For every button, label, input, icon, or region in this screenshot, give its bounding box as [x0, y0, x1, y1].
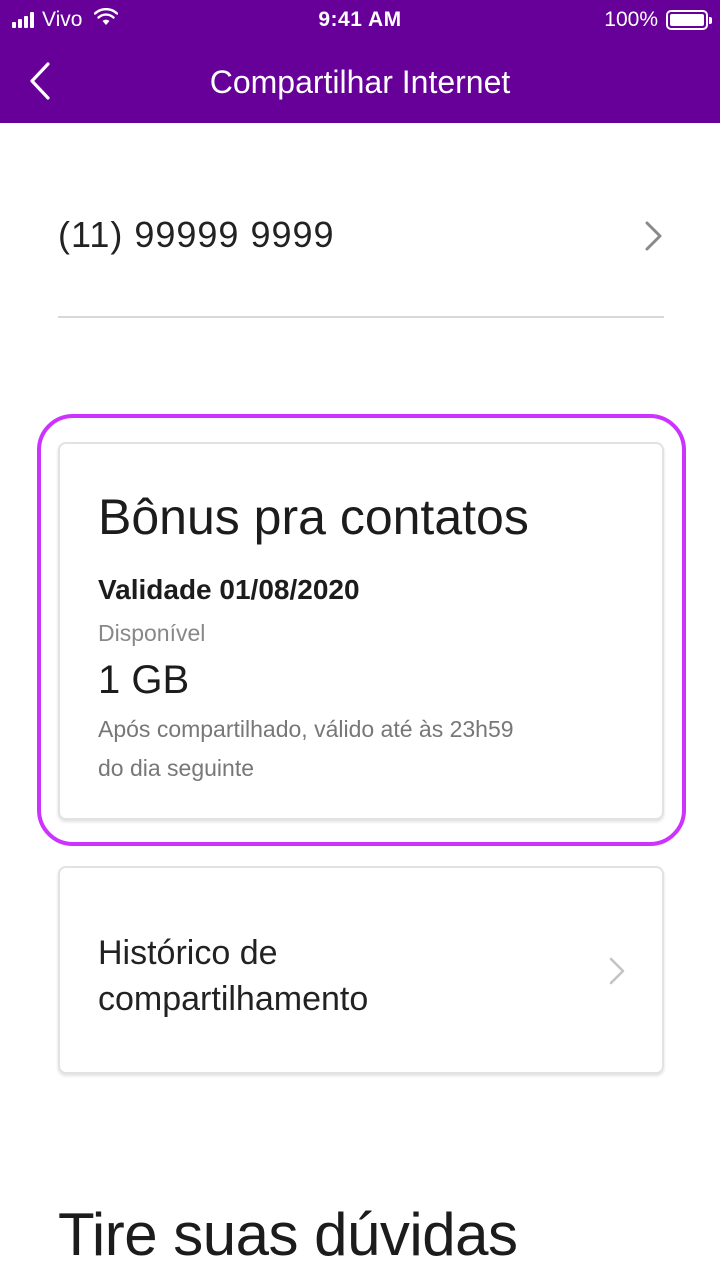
page-title: Compartilhar Internet: [209, 64, 511, 100]
available-label: Disponível: [98, 620, 206, 646]
screen: Vivo 9:41 AM 100% Compartilhar Internet …: [0, 0, 720, 1280]
chevron-right-icon: [644, 220, 664, 257]
sharing-history-card[interactable]: Histórico de compartilhamento: [58, 866, 664, 1074]
bonus-title: Bônus pra contatos: [98, 489, 529, 545]
chevron-right-icon: [608, 956, 626, 991]
bonus-note: Após compartilhado, válido até às 23h59 …: [98, 716, 514, 781]
faq-heading: Tire suas dúvidas: [58, 1201, 518, 1268]
available-amount: 1 GB: [98, 658, 190, 702]
phone-number: (11) 99999 9999: [58, 214, 335, 255]
top-app-bar: Vivo 9:41 AM 100% Compartilhar Internet: [0, 0, 720, 123]
status-bar: Vivo 9:41 AM 100%: [0, 0, 720, 40]
phone-number-selector[interactable]: (11) 99999 9999: [58, 190, 664, 318]
bonus-validity: Validade 01/08/2020: [98, 574, 360, 605]
battery-icon: [666, 10, 712, 30]
navigation-bar: Compartilhar Internet: [0, 40, 720, 123]
status-right: 100%: [604, 8, 712, 32]
battery-percent: 100%: [604, 8, 658, 31]
bonus-card[interactable]: Bônus pra contatos Validade 01/08/2020 D…: [58, 442, 664, 820]
sharing-history-label: Histórico de compartilhamento: [98, 934, 369, 1018]
